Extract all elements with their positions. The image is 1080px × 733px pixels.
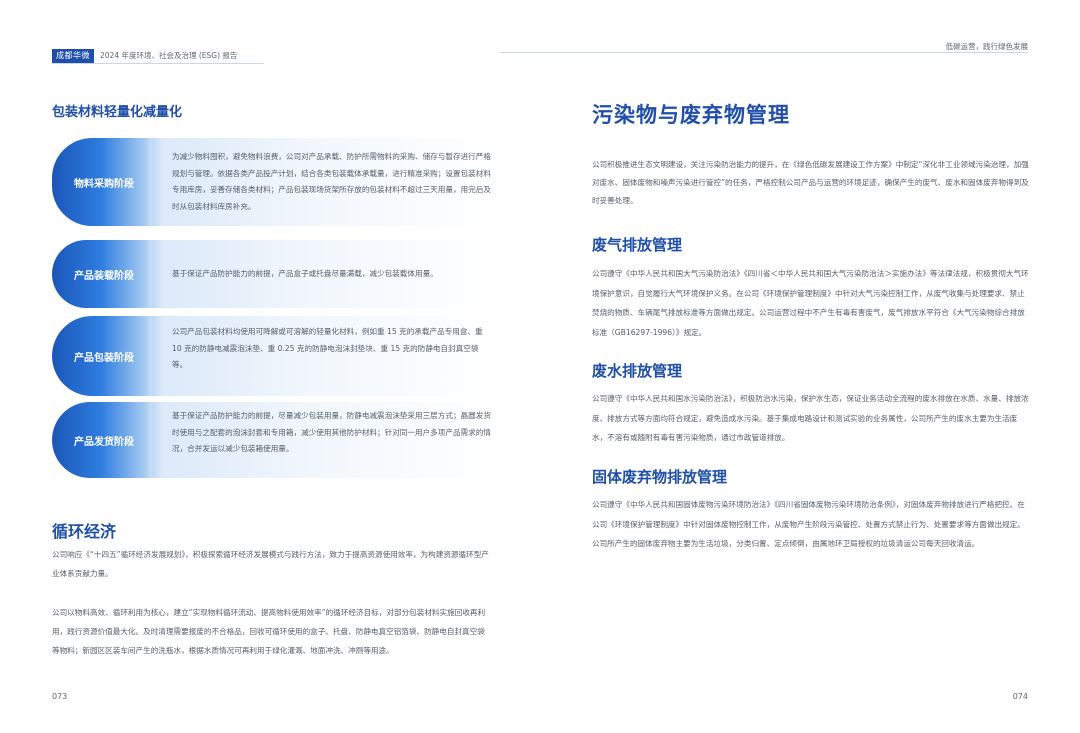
section-title-packaging: 包装材料轻量化减量化 bbox=[52, 105, 183, 120]
stage-text: 基于保证产品防护能力的前提，产品盒子或托盘尽量满载，减少包装载体用量。 bbox=[172, 269, 438, 278]
stage-text: 为减少物料囤积，避免物料浪费，公司对产品承载、防护所需物料的采购、储存与暂存进行… bbox=[172, 152, 491, 211]
header-divider-left bbox=[52, 63, 264, 64]
page-number-right: 074 bbox=[1012, 692, 1028, 701]
stage-procurement: 物料采购阶段 为减少物料囤积，避免物料浪费，公司对产品承载、防护所需物料的采购、… bbox=[52, 138, 496, 226]
stage-packing: 产品包装阶段 公司产品包装材料均使用可降解或可溶解的轻量化材料，例如重 15 克… bbox=[52, 316, 496, 396]
header-divider-right bbox=[500, 52, 1028, 53]
stage-label: 产品发货阶段 bbox=[52, 402, 162, 478]
section-title-wastewater: 废水排放管理 bbox=[592, 362, 683, 380]
report-title: 2024 年度环境、社会及治理 (ESG) 报告 bbox=[100, 51, 238, 60]
stage-text: 公司产品包装材料均使用可降解或可溶解的轻量化材料，例如重 15 克的承载产品专用… bbox=[172, 327, 483, 369]
brand-badge: 成都华微 bbox=[52, 49, 94, 63]
stage-label: 产品装载阶段 bbox=[52, 240, 162, 308]
stage-shipping: 产品发货阶段 基于保证产品防护能力的前提，尽量减少包装用量，防静电减震泡沫垫采用… bbox=[52, 402, 496, 478]
intro-paragraph: 公司积极推进生态文明建设，关注污染防治能力的提升，在《绿色低碳发展建设工作方案》… bbox=[592, 160, 1029, 205]
circular-paragraph-1: 公司响应《“十四五”循环经济发展规划》，积极探索循环经济发展模式与践行方法，致力… bbox=[52, 550, 489, 578]
stage-label: 物料采购阶段 bbox=[52, 138, 162, 226]
stage-text: 基于保证产品防护能力的前提，尽量减少包装用量，防静电减震泡沫垫采用三层方式；晶圆… bbox=[172, 411, 491, 453]
page-number-left: 073 bbox=[52, 692, 68, 701]
wastewater-paragraph: 公司遵守《中华人民共和国水污染防治法》，积极防治水污染，保护水生态，保证业务活动… bbox=[592, 394, 1029, 442]
solid-waste-paragraph: 公司遵守《中华人民共和国固体废物污染环境防治法》《四川省固体废物污染环境防治条例… bbox=[592, 500, 1025, 548]
exhaust-paragraph: 公司遵守《中华人民共和国大气污染防治法》《四川省＜中华人民共和国大气污染防治法＞… bbox=[592, 269, 1029, 337]
circular-paragraph-2: 公司以物料高效、循环利用为核心，建立“实现物料循环流动、提高物料使用效率”的循环… bbox=[52, 608, 486, 655]
section-title-exhaust: 废气排放管理 bbox=[592, 236, 683, 254]
section-title-circular: 循环经济 bbox=[52, 522, 117, 541]
stage-label: 产品包装阶段 bbox=[52, 316, 162, 396]
page-title: 污染物与废弃物管理 bbox=[592, 103, 790, 127]
section-title-solid-waste: 固体废弃物排放管理 bbox=[592, 468, 728, 486]
packaging-stage-list: 物料采购阶段 为减少物料囤积，避免物料浪费，公司对产品承载、防护所需物料的采购、… bbox=[52, 138, 496, 478]
stage-loading: 产品装载阶段 基于保证产品防护能力的前提，产品盒子或托盘尽量满载，减少包装载体用… bbox=[52, 240, 496, 308]
